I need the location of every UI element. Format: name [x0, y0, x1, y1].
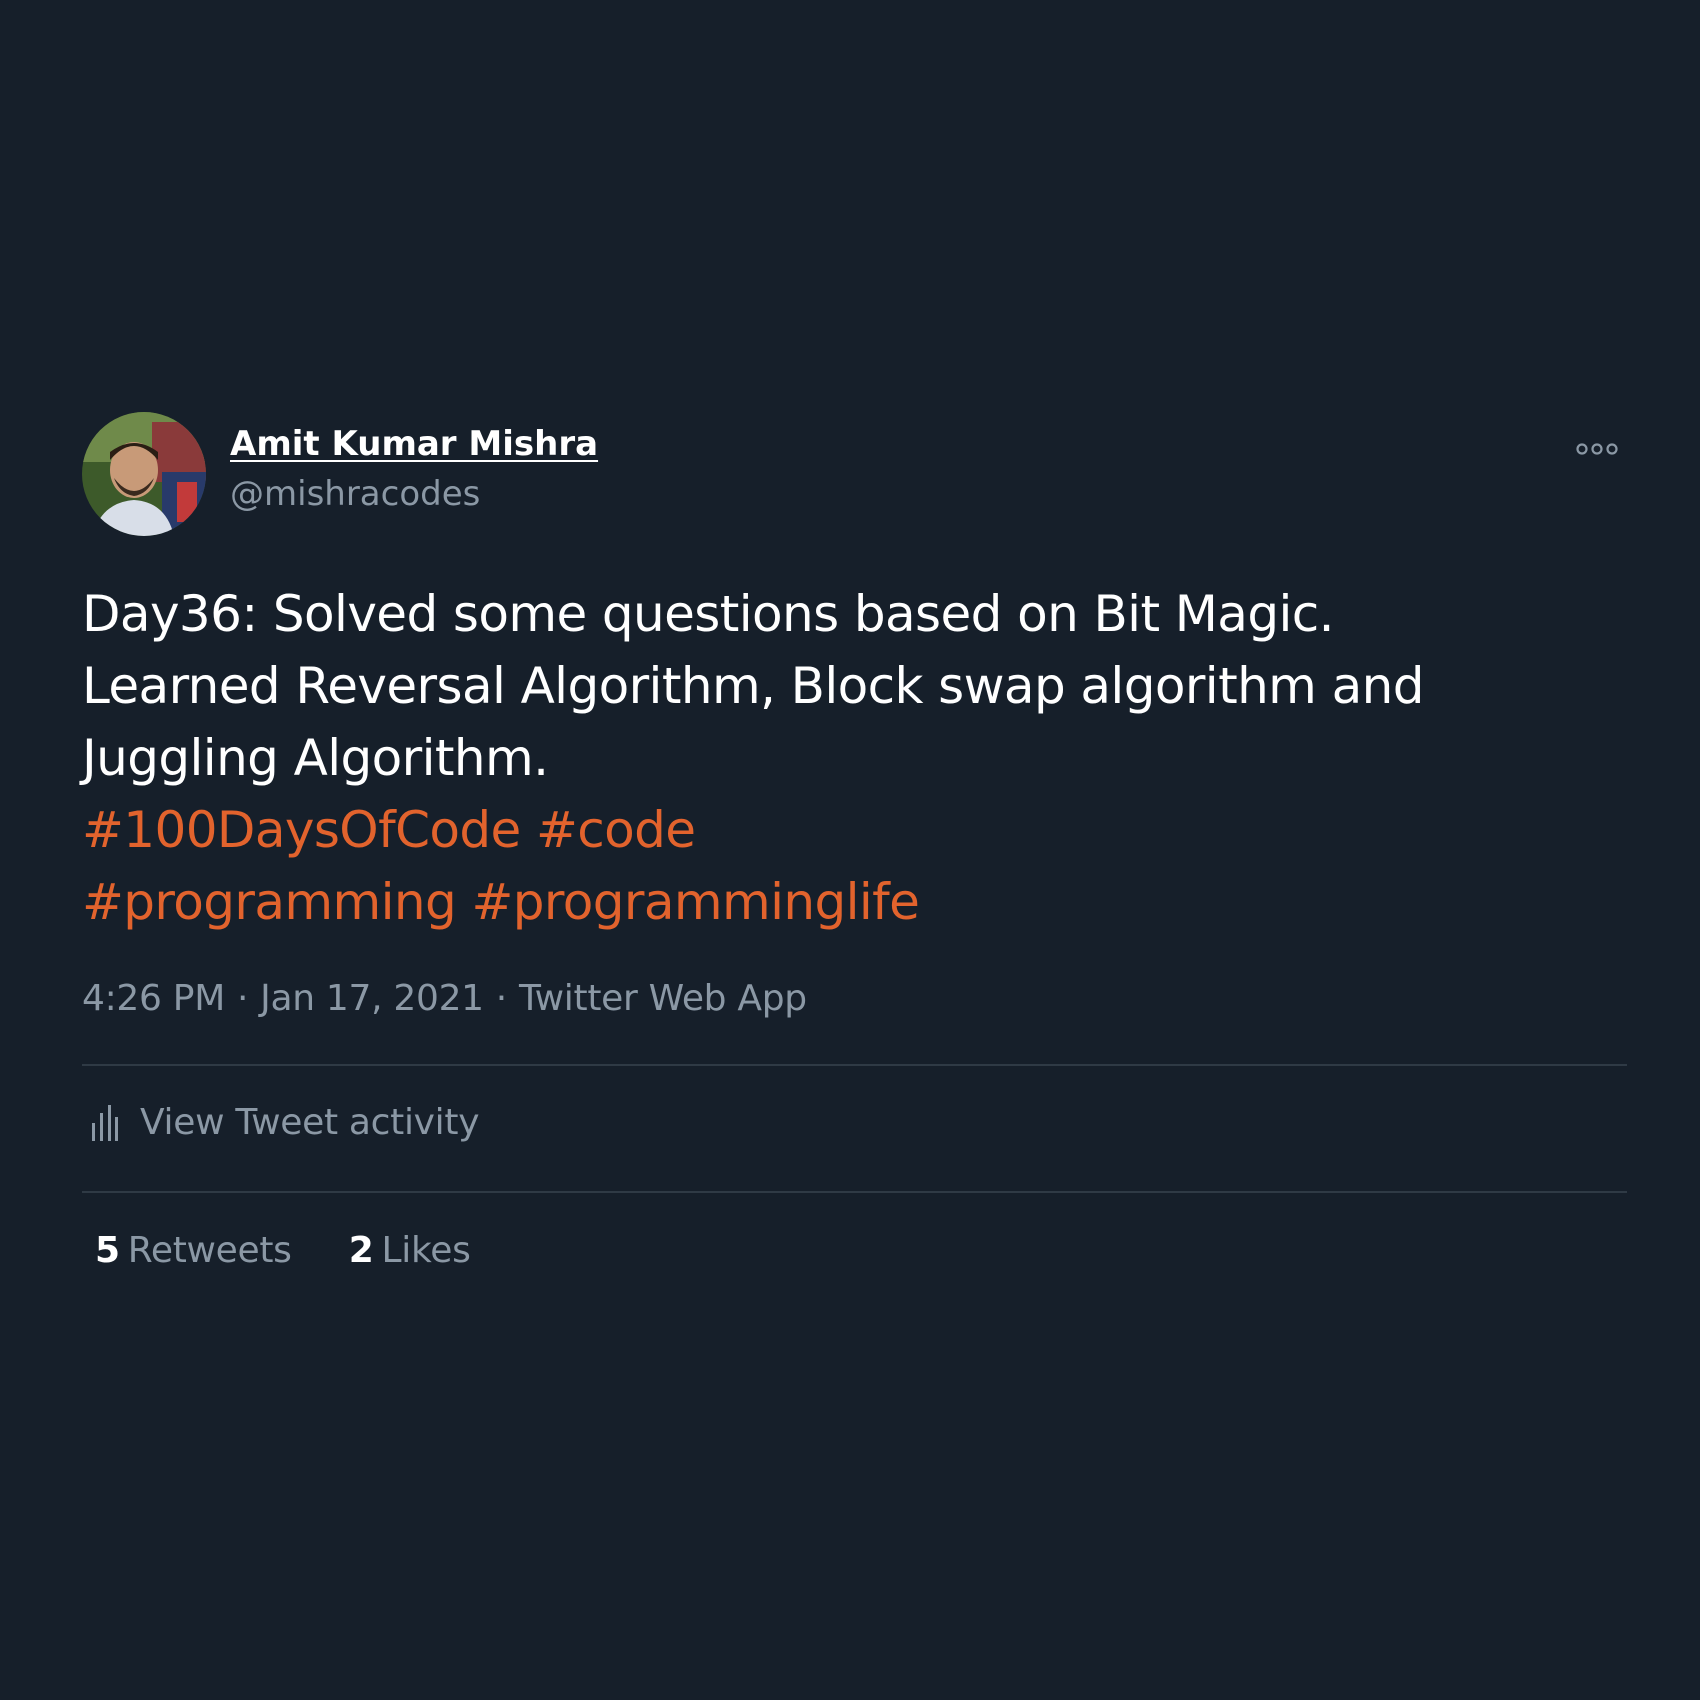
divider [82, 1191, 1627, 1193]
hashtag-link[interactable]: #programminglife [471, 873, 920, 931]
separator: · [495, 978, 507, 1019]
tweet-text-line: Learned Reversal Algorithm, Block swap a… [82, 657, 1424, 715]
hashtag-link[interactable]: #code [536, 801, 696, 859]
retweets-stat[interactable]: 5 Retweets [95, 1230, 292, 1271]
likes-count: 2 [348, 1230, 374, 1271]
tweet-time[interactable]: 4:26 PM [82, 978, 225, 1019]
divider [82, 1064, 1627, 1066]
tweet-source[interactable]: Twitter Web App [519, 978, 807, 1019]
more-options-icon [1576, 443, 1618, 455]
hashtag-link[interactable]: #100DaysOfCode [82, 801, 521, 859]
likes-label: Likes [381, 1230, 471, 1271]
retweets-count: 5 [95, 1230, 120, 1271]
tweet-date[interactable]: Jan 17, 2021 [260, 978, 484, 1019]
tweet-metadata: 4:26 PM · Jan 17, 2021 · Twitter Web App [82, 978, 807, 1019]
tweet-text: Day36: Solved some questions based on Bi… [82, 578, 1562, 938]
retweets-label: Retweets [127, 1230, 292, 1271]
hashtag-line: #100DaysOfCode #code [82, 794, 1562, 866]
author-handle[interactable]: @mishracodes [230, 474, 480, 514]
view-tweet-activity-label: View Tweet activity [140, 1102, 480, 1143]
hashtag-link[interactable]: #programming [82, 873, 457, 931]
tweet-stats: 5 Retweets 2 Likes [95, 1230, 517, 1271]
author-name[interactable]: Amit Kumar Mishra [230, 424, 598, 464]
avatar[interactable] [82, 412, 206, 536]
more-options-button[interactable] [1575, 438, 1619, 460]
hashtag-line: #programming #programminglife [82, 866, 1562, 938]
view-tweet-activity-button[interactable]: View Tweet activity [90, 1102, 480, 1143]
separator: · [236, 978, 249, 1019]
tweet-text-line: Day36: Solved some questions based on Bi… [82, 585, 1335, 643]
tweet-card: Amit Kumar Mishra @mishracodes Day36: So… [82, 412, 1627, 1312]
avatar-photo [82, 412, 206, 536]
likes-stat[interactable]: 2 Likes [349, 1230, 471, 1271]
bar-chart-icon [92, 1104, 118, 1141]
tweet-text-line: Juggling Algorithm. [82, 729, 549, 787]
